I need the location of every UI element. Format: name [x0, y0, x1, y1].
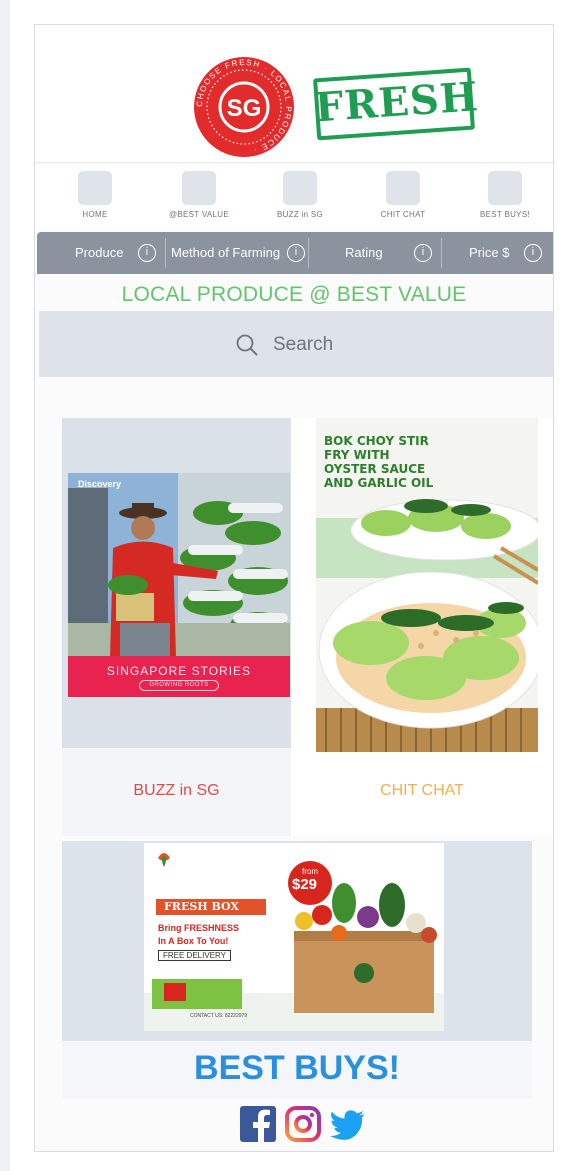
chit-chat-tile[interactable]: BOK CHOY STIR FRY WITH OYSTER SAUCE AND …: [291, 418, 553, 836]
filter-label: Rating: [345, 245, 383, 260]
filter-method-of-farming[interactable]: Method of Farming: [171, 232, 280, 274]
nav-label: BEST BUYS!: [480, 210, 530, 219]
nav-item-best-value[interactable]: @BEST VALUE: [154, 171, 244, 219]
best-value-icon: [182, 171, 216, 205]
nav-item-buzz[interactable]: BUZZ in SG: [255, 171, 345, 219]
instagram-icon[interactable]: [285, 1106, 321, 1142]
buzz-caption-sub: GROWING ROOTS: [139, 680, 219, 691]
recipe-title: BOK CHOY STIR FRY WITH OYSTER SAUCE AND …: [324, 434, 434, 490]
site-header: SG CHOOSE FRESH · LOCAL PRODUCE · FRESH: [35, 25, 553, 163]
nav-item-home[interactable]: HOME: [50, 171, 140, 219]
ad-headline-2: In A Box To You!: [158, 936, 229, 946]
best-buys-icon: [488, 171, 522, 205]
best-buys-label[interactable]: BEST BUYS!: [62, 1049, 532, 1088]
home-icon: [78, 171, 112, 205]
best-buys-label-band[interactable]: BEST BUYS!: [62, 1041, 532, 1099]
ad-delivery: FREE DELIVERY: [158, 950, 231, 961]
sg-choose-fresh-logo[interactable]: SG CHOOSE FRESH · LOCAL PRODUCE ·: [192, 56, 297, 159]
nav-label: HOME: [82, 210, 108, 219]
nav-label: @BEST VALUE: [168, 210, 230, 219]
discovery-logo: Discovery: [78, 479, 122, 489]
info-icon: i: [138, 244, 156, 262]
svg-text:SG: SG: [227, 95, 262, 122]
buzz-caption: SINGAPORE STORIES: [106, 664, 252, 678]
chit-chat-label[interactable]: CHIT CHAT: [291, 782, 553, 800]
chit-chat-icon: [386, 171, 420, 205]
page-title: LOCAL PRODUCE @ BEST VALUE: [121, 283, 467, 306]
facebook-icon[interactable]: [240, 1106, 276, 1142]
filter-bar: Produce i Method of Farming i Rating i P…: [37, 232, 553, 274]
buzz-image[interactable]: Discovery SINGAPORE STORIES GROWING ROOT…: [68, 473, 290, 697]
fresh-box-ad[interactable]: FRESH BOX Bring FRESHNESS In A Box To Yo…: [144, 843, 444, 1031]
filter-label: Produce: [75, 245, 124, 260]
buzz-tile[interactable]: Discovery SINGAPORE STORIES GROWING ROOT…: [62, 418, 291, 748]
filter-price[interactable]: Price $: [469, 232, 509, 274]
filter-label: Method of Farming: [171, 245, 281, 260]
ad-price: $29: [292, 876, 318, 893]
filter-produce[interactable]: Produce: [75, 232, 123, 274]
icon-nav: HOME @BEST VALUE BUZZ in SG CHIT CHAT BE…: [35, 165, 553, 231]
search-icon: [236, 334, 258, 356]
chit-chat-image[interactable]: BOK CHOY STIR FRY WITH OYSTER SAUCE AND …: [316, 418, 538, 752]
nav-label: BUZZ in SG: [276, 210, 324, 219]
filter-label: Price $: [469, 245, 510, 260]
nav-item-best-buys[interactable]: BEST BUYS!: [460, 171, 550, 219]
filter-rating[interactable]: Rating: [345, 232, 383, 274]
ad-contact: CONTACT US: 82222979: [190, 1013, 248, 1019]
twitter-icon[interactable]: [330, 1106, 366, 1142]
buzz-icon: [283, 171, 317, 205]
fresh-stamp-logo: FRESH: [313, 67, 480, 141]
search-placeholder: Search: [273, 334, 334, 355]
mobile-page: SG CHOOSE FRESH · LOCAL PRODUCE · FRESH …: [34, 24, 554, 1152]
info-icon: i: [524, 244, 542, 262]
nav-label: CHIT CHAT: [380, 210, 426, 219]
info-icon: i: [414, 244, 432, 262]
buzz-caption-band: SINGAPORE STORIES GROWING ROOTS: [68, 656, 290, 697]
ad-brand: FRESH BOX: [164, 900, 239, 913]
nav-item-chit-chat[interactable]: CHIT CHAT: [358, 171, 448, 219]
search-bar[interactable]: Search: [39, 311, 553, 377]
buzz-label-band[interactable]: BUZZ in SG: [62, 748, 291, 836]
info-icon: i: [287, 244, 305, 262]
best-buys-section[interactable]: FRESH BOX Bring FRESHNESS In A Box To Yo…: [62, 841, 532, 1099]
ad-from: from: [302, 867, 318, 876]
buzz-label[interactable]: BUZZ in SG: [62, 782, 291, 800]
ad-headline-1: Bring FRESHNESS: [158, 923, 240, 933]
page-edge: [0, 0, 10, 1171]
